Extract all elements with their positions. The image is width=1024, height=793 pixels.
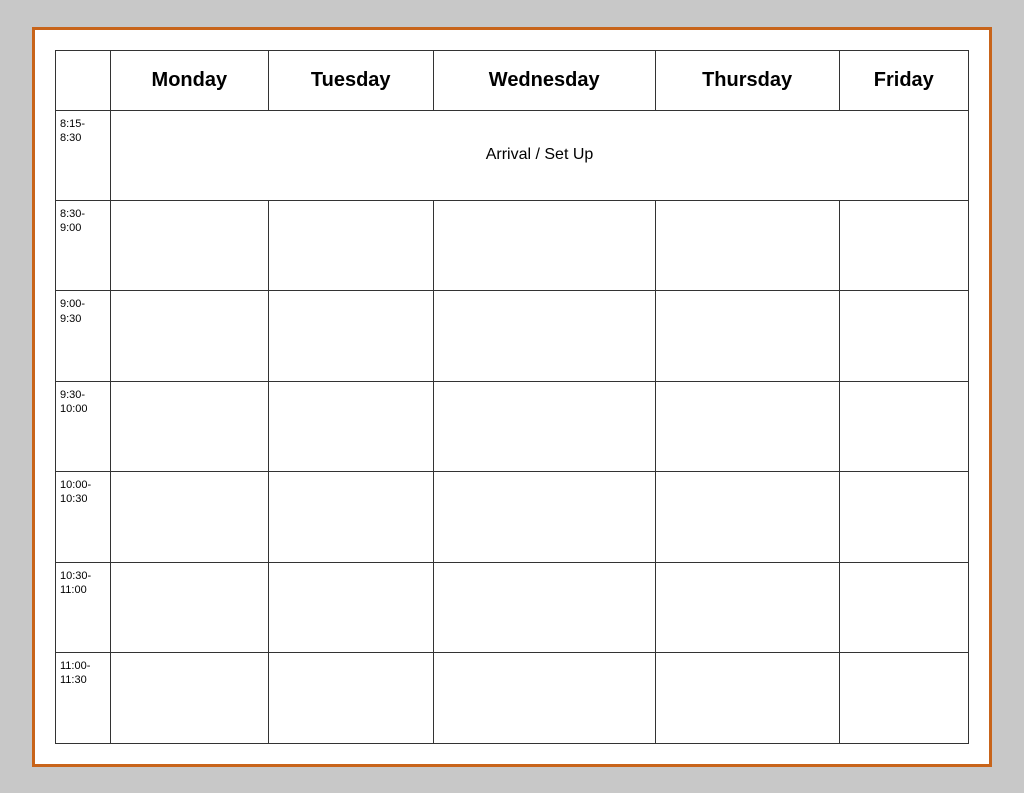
table-row: 9:00- 9:30 [56,291,969,381]
table-row: 9:30- 10:00 [56,381,969,471]
schedule-cell[interactable] [839,562,968,652]
schedule-cell[interactable] [655,381,839,471]
schedule-cell[interactable] [111,562,269,652]
table-row: 10:30- 11:00 [56,562,969,652]
schedule-cell[interactable] [433,562,655,652]
friday-header: Friday [839,50,968,110]
time-cell: 9:30- 10:00 [56,381,111,471]
table-row: 8:30- 9:00 [56,200,969,290]
schedule-cell[interactable] [655,291,839,381]
schedule-cell[interactable] [655,562,839,652]
table-row: 10:00- 10:30 [56,472,969,562]
time-cell: 9:00- 9:30 [56,291,111,381]
time-header [56,50,111,110]
schedule-table: Monday Tuesday Wednesday Thursday Friday… [55,50,969,744]
schedule-cell[interactable] [839,200,968,290]
schedule-cell[interactable] [111,472,269,562]
schedule-cell[interactable] [268,200,433,290]
wednesday-header: Wednesday [433,50,655,110]
schedule-body: 8:15- 8:30Arrival / Set Up8:30- 9:009:00… [56,110,969,743]
schedule-cell[interactable] [839,291,968,381]
schedule-cell[interactable] [433,381,655,471]
schedule-cell[interactable] [111,291,269,381]
table-row: 11:00- 11:30 [56,653,969,743]
monday-header: Monday [111,50,269,110]
schedule-cell[interactable] [655,472,839,562]
arrival-cell: Arrival / Set Up [111,110,969,200]
schedule-cell[interactable] [268,472,433,562]
time-cell: 8:15- 8:30 [56,110,111,200]
thursday-header: Thursday [655,50,839,110]
schedule-cell[interactable] [839,381,968,471]
time-cell: 8:30- 9:00 [56,200,111,290]
schedule-cell[interactable] [268,653,433,743]
schedule-cell[interactable] [433,653,655,743]
time-cell: 10:00- 10:30 [56,472,111,562]
schedule-cell[interactable] [268,562,433,652]
time-cell: 10:30- 11:00 [56,562,111,652]
schedule-cell[interactable] [433,291,655,381]
schedule-cell[interactable] [839,653,968,743]
schedule-cell[interactable] [111,200,269,290]
schedule-cell[interactable] [655,200,839,290]
schedule-cell[interactable] [111,653,269,743]
time-cell: 11:00- 11:30 [56,653,111,743]
schedule-cell[interactable] [433,200,655,290]
page: Monday Tuesday Wednesday Thursday Friday… [32,27,992,767]
schedule-cell[interactable] [433,472,655,562]
schedule-cell[interactable] [111,381,269,471]
tuesday-header: Tuesday [268,50,433,110]
schedule-cell[interactable] [839,472,968,562]
header-row: Monday Tuesday Wednesday Thursday Friday [56,50,969,110]
schedule-cell[interactable] [268,291,433,381]
schedule-cell[interactable] [655,653,839,743]
table-row: 8:15- 8:30Arrival / Set Up [56,110,969,200]
schedule-cell[interactable] [268,381,433,471]
